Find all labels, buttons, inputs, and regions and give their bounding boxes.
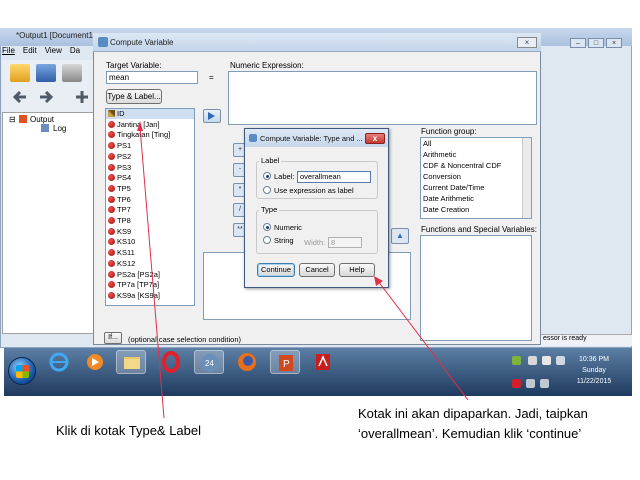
right-arrowhead — [374, 276, 383, 286]
annotation-left: Klik di kotak Type& Label — [56, 423, 202, 438]
left-annotation-arrow — [139, 126, 165, 419]
right-annotation-arrow — [377, 280, 469, 401]
annotation-right: Kotak ini akan dipaparkan. Jadi, taipkan… — [358, 406, 588, 441]
left-arrowhead — [137, 121, 143, 131]
